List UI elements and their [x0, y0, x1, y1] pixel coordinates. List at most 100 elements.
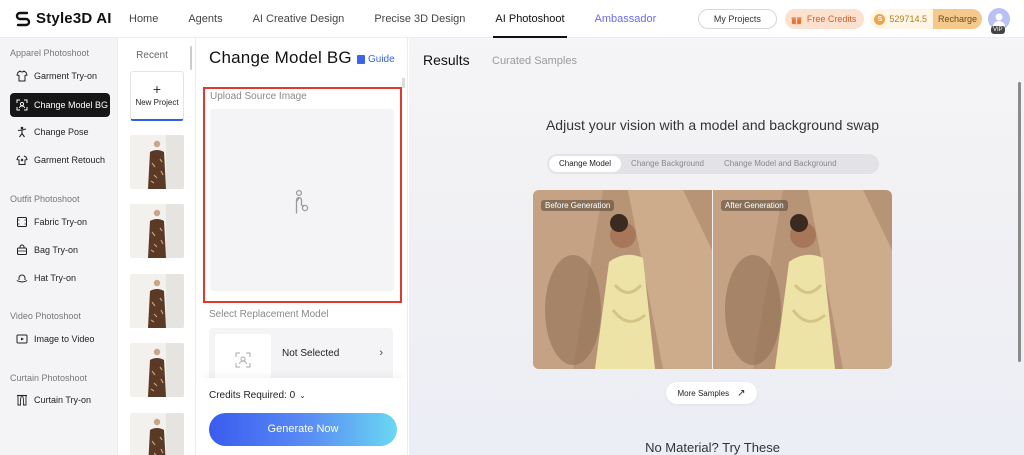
panel-scrollbar[interactable] — [402, 78, 405, 88]
upload-source-label: Upload Source Image — [210, 91, 307, 102]
sidebar-item-label: Hat Try-on — [34, 273, 77, 283]
retouch-icon — [16, 155, 28, 165]
results-scrollbar[interactable] — [1018, 82, 1021, 362]
select-model-value: Not Selected — [282, 348, 340, 359]
nav-ai-photoshoot[interactable]: AI Photoshoot — [493, 0, 567, 38]
recent-thumbnail[interactable] — [130, 204, 184, 258]
more-samples-label: More Samples — [677, 388, 730, 398]
sidebar-item-bag-try-on[interactable]: Bag Try-on — [10, 238, 110, 262]
tshirt-icon — [16, 70, 28, 82]
user-avatar[interactable]: VIP — [988, 8, 1010, 34]
nav-ambassador[interactable]: Ambassador — [595, 0, 657, 38]
recent-projects-column: Recent + New Project — [119, 38, 196, 455]
recent-thumbnail[interactable] — [130, 343, 184, 397]
before-after-comparison: Before Generation After Generation — [533, 190, 892, 369]
curtain-icon — [17, 394, 27, 406]
recent-photo-image — [130, 135, 184, 189]
sidebar-item-label: Curtain Try-on — [34, 395, 92, 405]
select-model-dropdown[interactable]: Not Selected › — [209, 328, 393, 384]
recent-thumbnail[interactable] — [130, 413, 184, 455]
sidebar-item-label: Garment Try-on — [34, 71, 98, 81]
section-title-video: Video Photoshoot — [10, 311, 81, 321]
brand-logo[interactable]: Style3D AI — [14, 10, 114, 28]
tool-sidebar: Apparel Photoshoot Garment Try-on Change… — [0, 38, 118, 455]
scan-face-icon — [235, 352, 251, 368]
nav-home[interactable]: Home — [129, 0, 158, 38]
arrow-up-right-icon: ↗ — [737, 387, 746, 399]
segment-change-model-and-background[interactable]: Change Model and Background — [714, 156, 847, 172]
book-icon — [357, 55, 365, 64]
model-photo-image — [533, 190, 712, 369]
video-icon — [16, 334, 28, 344]
tab-results[interactable]: Results — [423, 52, 470, 68]
sidebar-item-label: Image to Video — [34, 334, 95, 344]
gift-icon — [791, 16, 802, 24]
my-projects-button[interactable]: My Projects — [697, 9, 777, 29]
main-nav: Home Agents AI Creative Design Precise 3… — [129, 0, 686, 38]
brand-name: Style3D AI — [36, 10, 112, 27]
section-title-outfit: Outfit Photoshoot — [10, 194, 80, 204]
segment-change-model[interactable]: Change Model — [549, 156, 622, 172]
select-model-label: Select Replacement Model — [209, 309, 329, 320]
guide-link[interactable]: Guide — [357, 54, 395, 65]
credits-value: 529714.5 — [889, 14, 927, 24]
recent-thumbnail[interactable] — [130, 135, 184, 189]
pose-icon — [17, 126, 27, 138]
before-generation-label: Before Generation — [541, 200, 615, 211]
model-photo-image — [713, 190, 892, 369]
credits-required-label: Credits Required: 0 — [209, 390, 296, 401]
nav-precise-3d-design[interactable]: Precise 3D Design — [374, 0, 465, 38]
style3d-logo-icon — [15, 11, 31, 26]
top-right-actions: My Projects Free Credits S 529714.5 Rech… — [697, 0, 1010, 38]
sidebar-item-image-to-video[interactable]: Image to Video — [10, 327, 110, 351]
tool-panel: Change Model BG Guide Upload Source Imag… — [197, 38, 408, 455]
sidebar-item-change-model-bg[interactable]: Change Model BG — [10, 93, 110, 117]
no-material-heading: No Material? Try These — [645, 440, 780, 455]
before-image: Before Generation — [533, 190, 712, 369]
more-samples-button[interactable]: More Samples ↗ — [666, 382, 757, 404]
after-image: After Generation — [713, 190, 892, 369]
page-title: Change Model BG — [209, 48, 352, 67]
nav-ai-creative-design[interactable]: AI Creative Design — [253, 0, 345, 38]
credits-required[interactable]: Credits Required: 0 ⌄ — [209, 390, 306, 401]
recent-thumbnail[interactable] — [130, 274, 184, 328]
free-credits-label: Free Credits — [806, 14, 857, 24]
segment-change-background[interactable]: Change Background — [621, 156, 714, 172]
hat-icon — [16, 274, 28, 283]
coin-icon: S — [874, 13, 886, 25]
sidebar-item-garment-try-on[interactable]: Garment Try-on — [10, 64, 110, 88]
sidebar-item-change-pose[interactable]: Change Pose — [10, 120, 110, 144]
sidebar-item-label: Fabric Try-on — [34, 217, 88, 227]
recent-scrollbar[interactable] — [190, 46, 192, 70]
after-generation-label: After Generation — [721, 200, 788, 211]
vip-badge: VIP — [991, 26, 1005, 34]
chevron-right-icon: › — [379, 347, 383, 359]
mode-segmented-control: Change Model Change Background Change Mo… — [547, 154, 879, 174]
new-project-label: New Project — [135, 98, 179, 107]
results-headline: Adjust your vision with a model and back… — [545, 117, 880, 133]
upload-dropzone[interactable] — [210, 109, 394, 291]
recent-photo-image — [130, 204, 184, 258]
tab-curated-samples[interactable]: Curated Samples — [492, 55, 577, 67]
fabric-icon — [17, 217, 27, 227]
new-project-button[interactable]: + New Project — [130, 71, 184, 121]
sidebar-item-label: Change Pose — [34, 127, 89, 137]
sidebar-item-curtain-try-on[interactable]: Curtain Try-on — [10, 388, 110, 412]
sidebar-item-label: Change Model BG — [34, 100, 109, 110]
nav-agents[interactable]: Agents — [188, 0, 222, 38]
sidebar-item-fabric-try-on[interactable]: Fabric Try-on — [10, 210, 110, 234]
bag-icon — [17, 244, 27, 255]
section-title-curtain: Curtain Photoshoot — [10, 373, 88, 383]
sidebar-item-garment-retouch[interactable]: Garment Retouch — [10, 148, 110, 172]
recent-photo-image — [130, 274, 184, 328]
free-credits-button[interactable]: Free Credits — [784, 9, 865, 29]
model-placeholder-thumb — [215, 334, 271, 384]
panel-footer: Credits Required: 0 ⌄ Generate Now — [197, 378, 407, 455]
generate-now-button[interactable]: Generate Now — [209, 413, 397, 446]
sidebar-item-hat-try-on[interactable]: Hat Try-on — [10, 266, 110, 290]
model-figure-icon — [295, 189, 309, 214]
chevron-down-icon: ⌄ — [299, 391, 306, 400]
recent-photo-image — [130, 343, 184, 397]
sidebar-item-label: Garment Retouch — [34, 155, 106, 165]
recharge-button[interactable]: Recharge — [932, 9, 982, 29]
